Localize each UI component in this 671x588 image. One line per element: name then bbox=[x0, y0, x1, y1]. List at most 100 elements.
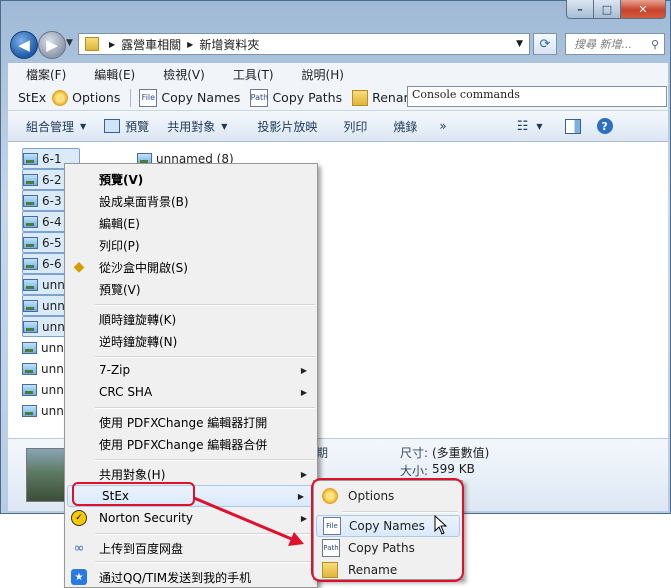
ctx-label: 從沙盒中開啟(S) bbox=[99, 260, 188, 275]
refresh-icon: ⟳ bbox=[539, 36, 551, 52]
forward-button[interactable]: ▶ bbox=[38, 31, 66, 59]
ctx-rotate-ccw[interactable]: 逆時鐘旋轉(N) bbox=[65, 330, 317, 352]
image-file-icon bbox=[23, 194, 38, 207]
close-icon: ✕ bbox=[638, 2, 648, 16]
ctx-label: 通过QQ/TIM发送到我的手机 bbox=[99, 570, 252, 585]
address-bar[interactable]: ▶ 露營車相關 ▶ 新增資料夾 ▼ bbox=[78, 33, 530, 55]
ctx-set-wallpaper[interactable]: 設成桌面背景(B) bbox=[65, 190, 317, 212]
copy-names-icon: File bbox=[139, 88, 158, 107]
ctx-print[interactable]: 列印(P) bbox=[65, 234, 317, 256]
chevron-down-icon: ▼ bbox=[221, 121, 228, 131]
breadcrumb-item[interactable]: 露營車相關 bbox=[121, 36, 181, 53]
ctx-qq-send[interactable]: ★ 通过QQ/TIM发送到我的手机 bbox=[65, 566, 317, 588]
burn-button[interactable]: 燒錄 bbox=[393, 118, 417, 135]
search-placeholder: 搜尋 新增... bbox=[574, 38, 632, 51]
preview-icon bbox=[104, 119, 121, 133]
image-file-icon bbox=[22, 341, 37, 354]
ctx-label: 設成桌面背景(B) bbox=[99, 194, 189, 209]
image-file-icon bbox=[23, 320, 38, 333]
ctx-label: 編輯(E) bbox=[99, 216, 140, 231]
breadcrumb-item[interactable]: 新增資料夾 bbox=[199, 36, 259, 53]
organize-button[interactable]: 組合管理 ▼ bbox=[26, 118, 86, 135]
stex-copy-names-label: Copy Names bbox=[161, 90, 241, 105]
annotation-arrow bbox=[193, 496, 304, 546]
ctx-label: 使用 PDFXChange 編輯器打開 bbox=[99, 415, 268, 430]
print-button[interactable]: 列印 bbox=[343, 118, 367, 135]
command-bar: 組合管理 ▼ 預覽 共用對象 ▼ 投影片放映 列印 燒錄 » ☷ ▼ ? bbox=[8, 111, 668, 142]
menu-file[interactable]: 檔案(F) bbox=[8, 66, 76, 83]
slideshow-button[interactable]: 投影片放映 bbox=[257, 118, 317, 135]
stex-options-label: Options bbox=[72, 90, 121, 105]
console-commands-input[interactable]: Console commands bbox=[407, 86, 667, 107]
image-file-icon bbox=[23, 173, 38, 186]
image-file-icon bbox=[22, 383, 37, 396]
menu-view[interactable]: 檢視(V) bbox=[145, 66, 215, 83]
close-button[interactable]: ✕ bbox=[620, 0, 666, 19]
stex-label: StEx bbox=[18, 90, 47, 105]
file-name: 6-5 bbox=[42, 235, 62, 250]
image-file-icon bbox=[22, 404, 37, 417]
details-filesize-value: 599 KB bbox=[432, 462, 475, 476]
file-name: unn bbox=[41, 361, 64, 376]
console-placeholder: Console commands bbox=[412, 88, 520, 101]
chevron-down-icon: ▼ bbox=[536, 121, 543, 131]
help-button[interactable]: ? bbox=[596, 118, 613, 134]
maximize-button[interactable]: □ bbox=[593, 0, 621, 19]
file-name: unn bbox=[41, 382, 64, 397]
qq-icon: ★ bbox=[71, 569, 87, 585]
ctx-label: Norton Security bbox=[99, 511, 193, 525]
arrow-left-icon: ◀ bbox=[18, 36, 30, 54]
share-label: 共用對象 bbox=[167, 119, 216, 134]
image-file-icon bbox=[23, 236, 38, 249]
ctx-pdfx-merge[interactable]: 使用 PDFXChange 編輯器合併 bbox=[65, 433, 317, 455]
ctx-sandbox-open[interactable]: ◆ 從沙盒中開啟(S) bbox=[65, 256, 317, 278]
submenu-arrow-icon: ▶ bbox=[300, 469, 307, 479]
menu-separator bbox=[95, 304, 315, 306]
preview-pane-icon bbox=[564, 118, 581, 134]
menu-separator bbox=[95, 407, 315, 409]
refresh-button[interactable]: ⟳ bbox=[533, 33, 557, 55]
ctx-edit[interactable]: 編輯(E) bbox=[65, 212, 317, 234]
help-icon: ? bbox=[596, 118, 613, 134]
ctx-label: 共用對象(H) bbox=[99, 467, 166, 482]
ctx-rotate-cw[interactable]: 順時鐘旋轉(K) bbox=[65, 308, 317, 330]
file-name: unn bbox=[42, 319, 65, 334]
slideshow-label: 投影片放映 bbox=[257, 119, 318, 134]
menu-edit[interactable]: 編輯(E) bbox=[76, 66, 145, 83]
ctx-pdfx-open[interactable]: 使用 PDFXChange 編輯器打開 bbox=[65, 411, 317, 433]
search-input[interactable]: 搜尋 新增... ⚲ bbox=[565, 33, 665, 55]
details-filesize-label: 大小: bbox=[400, 464, 429, 478]
menu-help[interactable]: 說明(H) bbox=[284, 66, 354, 83]
breadcrumb-separator-icon: ▶ bbox=[187, 39, 194, 49]
rename-folder-icon bbox=[352, 89, 369, 106]
file-name: 6-4 bbox=[42, 214, 62, 229]
preview-pane-button[interactable] bbox=[564, 118, 581, 134]
menu-separator bbox=[95, 561, 315, 563]
breadcrumb-separator-icon: ▶ bbox=[109, 39, 116, 49]
more-button[interactable]: » bbox=[439, 119, 446, 133]
recent-pages-dropdown[interactable]: ▼ bbox=[66, 38, 73, 48]
ctx-label: 使用 PDFXChange 編輯器合併 bbox=[99, 437, 268, 452]
back-button[interactable]: ◀ bbox=[10, 31, 38, 59]
stex-copy-names-button[interactable]: File Copy Names bbox=[139, 88, 241, 107]
image-file-icon bbox=[23, 152, 38, 165]
preview-button[interactable]: 預覽 bbox=[104, 118, 149, 135]
preview-label: 預覽 bbox=[125, 119, 150, 134]
ctx-label: 順時鐘旋轉(K) bbox=[99, 312, 177, 327]
file-name: 6-2 bbox=[42, 172, 62, 187]
minimize-button[interactable]: – bbox=[566, 0, 594, 19]
ctx-7zip[interactable]: 7-Zip ▶ bbox=[65, 359, 317, 381]
copy-paths-icon: Path bbox=[250, 88, 269, 107]
stex-copy-paths-button[interactable]: Path Copy Paths bbox=[250, 88, 342, 107]
share-button[interactable]: 共用對象 ▼ bbox=[167, 118, 227, 135]
annotation-highlight-submenu bbox=[311, 478, 464, 582]
ctx-crc-sha[interactable]: CRC SHA ▶ bbox=[65, 381, 317, 403]
ctx-preview-2[interactable]: 預覽(V) bbox=[65, 278, 317, 300]
address-dropdown-icon[interactable]: ▼ bbox=[516, 39, 523, 49]
ctx-preview[interactable]: 預覽(V) bbox=[65, 168, 317, 190]
stex-options-button[interactable]: Options bbox=[52, 89, 121, 106]
ctx-label: 上传到百度网盘 bbox=[99, 541, 184, 556]
ctx-label: 預覽(V) bbox=[99, 282, 141, 297]
view-options-button[interactable]: ☷ ▼ bbox=[517, 119, 543, 134]
menu-tools[interactable]: 工具(T) bbox=[215, 66, 284, 83]
